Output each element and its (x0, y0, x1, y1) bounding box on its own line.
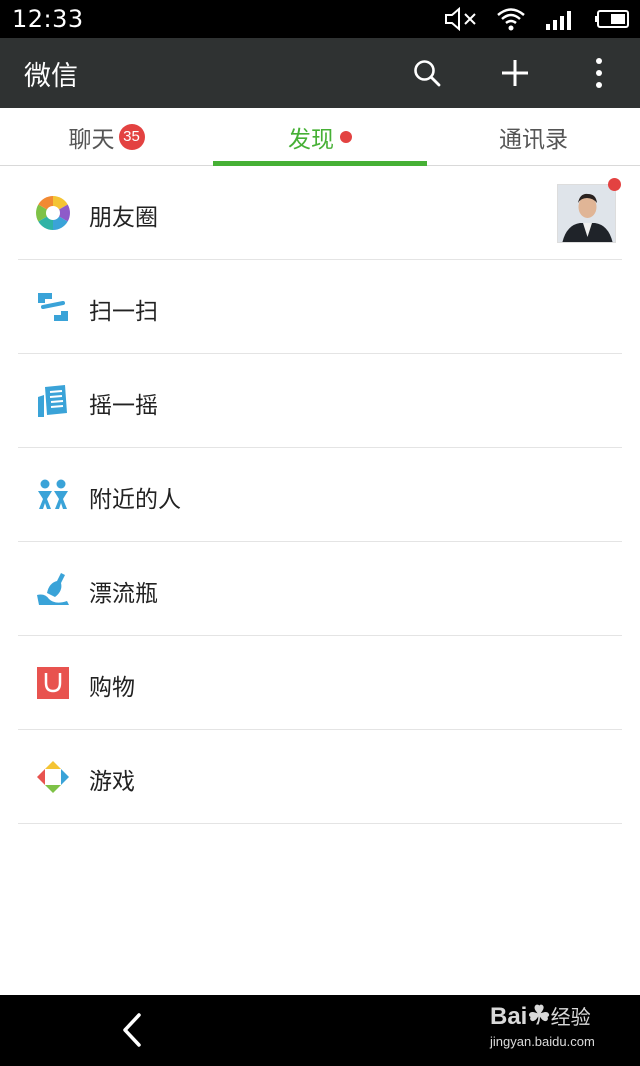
tab-label: 通讯录 (499, 127, 568, 153)
plus-icon (502, 60, 528, 86)
list-item-label: 朋友圈 (89, 205, 158, 231)
watermark-logo: Bai☘经验 (490, 1000, 591, 1030)
wifi-icon (497, 8, 525, 31)
avatar (557, 184, 616, 243)
people-nearby-icon (38, 479, 68, 509)
status-time: 12:33 (12, 5, 84, 33)
list-item-label: 漂流瓶 (89, 581, 158, 607)
list-item-moments[interactable]: 朋友圈 (18, 166, 622, 260)
shopping-icon (37, 667, 69, 699)
app-bar: 微信 (0, 38, 640, 108)
search-button[interactable] (402, 48, 452, 98)
list-item-label: 购物 (89, 675, 135, 701)
back-icon (123, 1013, 141, 1047)
list-item-scan[interactable]: 扫一扫 (18, 260, 622, 354)
list-item-shopping[interactable]: 购物 (18, 636, 622, 730)
games-icon (37, 761, 69, 793)
more-icon (596, 58, 602, 88)
drift-bottle-icon (37, 573, 69, 605)
list-item-label: 游戏 (89, 769, 135, 795)
app-title: 微信 (24, 61, 78, 92)
list-item-label: 附近的人 (89, 487, 181, 513)
list-item-drift-bottle[interactable]: 漂流瓶 (18, 542, 622, 636)
list-item-shake[interactable]: 摇一摇 (18, 354, 622, 448)
list-item-label: 摇一摇 (89, 393, 158, 419)
more-button[interactable] (574, 48, 624, 98)
tab-bar: 聊天 35 发现 通讯录 (0, 108, 640, 166)
moments-icon (36, 196, 70, 230)
battery-icon (595, 10, 629, 28)
shake-icon (38, 385, 67, 417)
back-button[interactable] (108, 1005, 156, 1055)
search-icon (414, 60, 441, 87)
list-item-games[interactable]: 游戏 (18, 730, 622, 824)
unread-badge: 35 (118, 124, 145, 150)
signal-icon (546, 11, 571, 30)
discover-list: 朋友圈 扫一扫 摇一摇 附近的人 漂流瓶 购物 游戏 (18, 166, 622, 824)
tab-label: 发现 (288, 127, 334, 153)
mute-icon (445, 7, 476, 31)
list-item-people-nearby[interactable]: 附近的人 (18, 448, 622, 542)
baidu-watermark: Bai☘经验 jingyan.baidu.com (490, 998, 635, 1054)
new-dot (340, 131, 352, 143)
list-item-label: 扫一扫 (89, 299, 158, 325)
watermark-url: jingyan.baidu.com (490, 1034, 595, 1049)
add-button[interactable] (490, 48, 540, 98)
new-dot (608, 178, 621, 191)
tab-discover[interactable]: 发现 (213, 108, 427, 166)
tab-chats[interactable]: 聊天 35 (0, 108, 213, 166)
status-icons (444, 6, 630, 32)
tab-contacts[interactable]: 通讯录 (427, 108, 640, 166)
status-bar: 12:33 (0, 0, 640, 38)
tab-label: 聊天 (68, 127, 115, 153)
scan-icon (38, 293, 68, 321)
